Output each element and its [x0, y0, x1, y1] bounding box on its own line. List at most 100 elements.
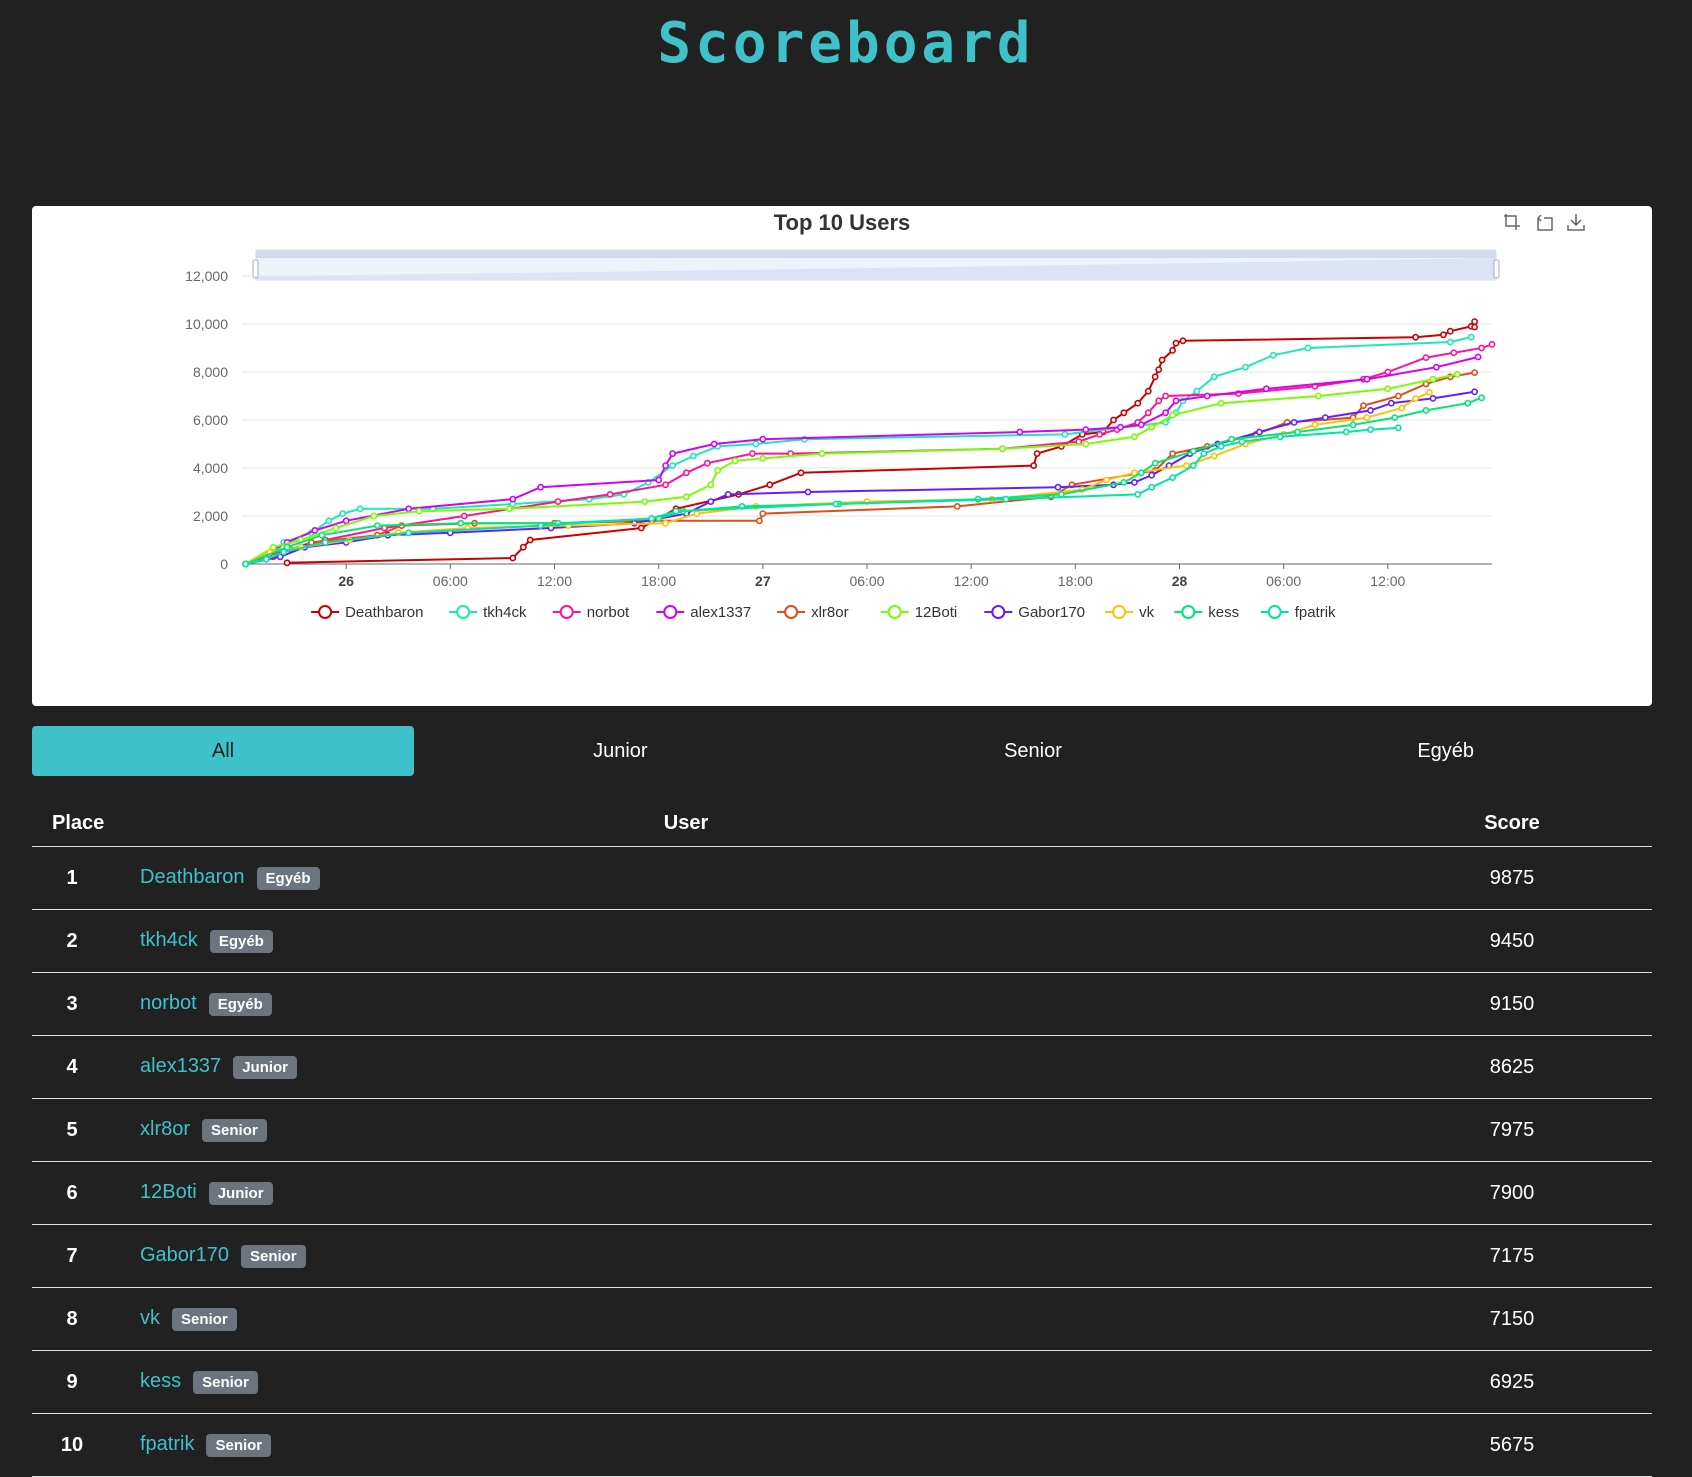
data-point[interactable]: [1210, 452, 1218, 460]
data-point[interactable]: [325, 517, 333, 525]
data-point[interactable]: [749, 450, 756, 457]
data-point[interactable]: [1446, 327, 1454, 335]
data-point[interactable]: [662, 462, 669, 469]
data-point[interactable]: [1217, 399, 1225, 407]
data-point[interactable]: [641, 498, 649, 505]
score-chart[interactable]: Top 10 Users 0 2,000 4,000 6,000 8,000 10,000…: [32, 206, 1652, 706]
data-point[interactable]: [683, 469, 690, 477]
tab-junior[interactable]: Junior: [414, 726, 827, 776]
legend-item[interactable]: vk: [1105, 604, 1155, 621]
data-point[interactable]: [1467, 333, 1475, 341]
data-point[interactable]: [714, 466, 722, 474]
data-point[interactable]: [1120, 478, 1128, 486]
data-point[interactable]: [707, 498, 715, 505]
user-link[interactable]: tkh4ck: [140, 929, 198, 951]
data-point[interactable]: [1179, 337, 1187, 345]
data-point[interactable]: [415, 507, 423, 515]
data-point[interactable]: [1137, 469, 1145, 477]
data-point[interactable]: [707, 481, 715, 489]
legend-item[interactable]: tkh4ck: [449, 604, 527, 621]
slider-handle-left[interactable]: [252, 259, 259, 279]
data-point[interactable]: [242, 560, 249, 568]
data-point[interactable]: [1367, 406, 1374, 414]
data-point[interactable]: [1321, 414, 1329, 421]
data-point[interactable]: [1155, 366, 1163, 373]
data-point[interactable]: [1367, 426, 1374, 433]
data-point[interactable]: [269, 543, 277, 551]
data-point[interactable]: [1183, 462, 1190, 469]
data-point[interactable]: [1450, 349, 1458, 357]
data-point[interactable]: [1002, 495, 1010, 503]
data-point[interactable]: [1120, 409, 1128, 417]
data-point[interactable]: [690, 452, 697, 460]
data-point[interactable]: [339, 510, 347, 517]
data-point[interactable]: [1471, 388, 1478, 396]
data-point[interactable]: [1440, 331, 1447, 339]
data-point[interactable]: [693, 510, 701, 517]
user-link[interactable]: vk: [140, 1307, 160, 1329]
data-point[interactable]: [1471, 323, 1478, 331]
data-point[interactable]: [505, 505, 513, 513]
data-point[interactable]: [1429, 375, 1437, 383]
user-link[interactable]: 12Boti: [140, 1181, 197, 1203]
data-point[interactable]: [1030, 462, 1038, 469]
data-point[interactable]: [519, 543, 527, 551]
legend-item[interactable]: 12Boti: [880, 604, 958, 621]
data-point[interactable]: [1315, 392, 1322, 400]
data-point[interactable]: [759, 435, 767, 443]
data-point[interactable]: [460, 512, 468, 520]
data-point[interactable]: [321, 538, 329, 546]
tab-all[interactable]: All: [32, 726, 414, 776]
data-point[interactable]: [759, 510, 767, 517]
data-point[interactable]: [373, 522, 381, 529]
data-point[interactable]: [509, 554, 517, 562]
data-point[interactable]: [1422, 380, 1430, 388]
data-point[interactable]: [672, 507, 680, 515]
legend-item[interactable]: Gabor170: [984, 604, 1085, 621]
data-point[interactable]: [1446, 338, 1454, 346]
user-link[interactable]: alex1337: [140, 1055, 221, 1077]
data-point[interactable]: [1464, 399, 1472, 407]
download-icon[interactable]: [1567, 214, 1585, 231]
data-point[interactable]: [648, 514, 656, 522]
slider-handle-right[interactable]: [1493, 259, 1500, 279]
data-point[interactable]: [710, 440, 718, 448]
data-point[interactable]: [1391, 414, 1399, 421]
data-point[interactable]: [1429, 394, 1437, 402]
data-point[interactable]: [1342, 428, 1350, 436]
data-point[interactable]: [1110, 416, 1117, 424]
data-point[interactable]: [1155, 397, 1163, 405]
data-point[interactable]: [311, 526, 319, 534]
data-point[interactable]: [1488, 340, 1496, 348]
data-point[interactable]: [1148, 483, 1156, 491]
data-point[interactable]: [1148, 423, 1156, 431]
data-point[interactable]: [1294, 428, 1301, 436]
data-point[interactable]: [342, 517, 350, 525]
data-point[interactable]: [1169, 474, 1176, 481]
data-point[interactable]: [1394, 392, 1402, 400]
data-point[interactable]: [1172, 339, 1180, 347]
data-point[interactable]: [356, 505, 364, 513]
data-point[interactable]: [1131, 433, 1138, 441]
data-point[interactable]: [1103, 476, 1110, 484]
data-point[interactable]: [457, 519, 465, 527]
data-point[interactable]: [669, 450, 676, 457]
data-point[interactable]: [262, 555, 270, 563]
data-point[interactable]: [1453, 370, 1461, 378]
data-point[interactable]: [1398, 404, 1406, 412]
data-point[interactable]: [1349, 421, 1357, 429]
data-point[interactable]: [1162, 392, 1169, 400]
data-point[interactable]: [537, 483, 544, 491]
data-point[interactable]: [818, 450, 826, 457]
data-point[interactable]: [509, 495, 517, 503]
data-point[interactable]: [1200, 450, 1208, 457]
data-point[interactable]: [1169, 450, 1176, 457]
data-point[interactable]: [280, 548, 288, 556]
data-point[interactable]: [1082, 440, 1090, 448]
data-point[interactable]: [537, 522, 544, 529]
data-point[interactable]: [1131, 478, 1138, 486]
tab-egyeb[interactable]: Egyéb: [1239, 726, 1652, 776]
user-link[interactable]: fpatrik: [140, 1433, 194, 1455]
restore-icon[interactable]: [1537, 214, 1553, 231]
data-point[interactable]: [1412, 333, 1419, 341]
